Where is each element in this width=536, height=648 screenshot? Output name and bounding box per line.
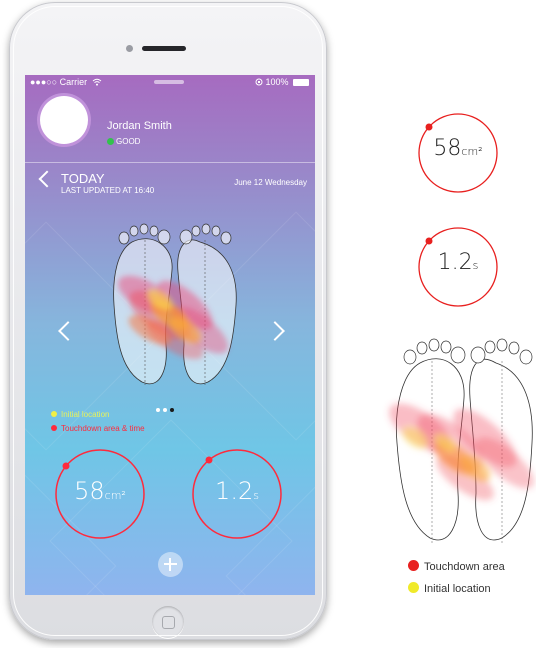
side-legend-label: Initial location: [424, 583, 491, 595]
side-legend-touchdown: Touchdown area: [408, 560, 505, 573]
wifi-icon: [92, 78, 102, 86]
battery-percent: 100%: [265, 77, 289, 87]
yellow-dot-icon: [408, 582, 419, 593]
legend-touchdown: Touchdown area & time: [51, 424, 145, 433]
page-title: TODAY: [61, 171, 105, 186]
area-metric[interactable]: 58cm²: [54, 448, 146, 540]
front-camera: [126, 45, 133, 52]
status-notch: [154, 80, 184, 84]
red-dot-icon: [51, 425, 57, 431]
home-button[interactable]: [152, 606, 184, 638]
legend-initial-location: Initial location: [51, 410, 109, 419]
side-right-toes: [470, 338, 533, 365]
legend-label: Touchdown area & time: [61, 424, 145, 433]
side-time-value: 1.2s: [437, 250, 479, 275]
yellow-dot-icon: [51, 411, 57, 417]
current-date: June 12 Wednesday: [234, 178, 307, 187]
foot-heatmap: [113, 223, 237, 385]
red-dot-icon: [408, 560, 419, 571]
side-legend-initial: Initial location: [408, 582, 491, 595]
page-indicator[interactable]: [156, 399, 177, 417]
carrier-label: ●●●○○ Carrier: [30, 77, 102, 87]
right-toes: [179, 223, 232, 245]
status-bar: ●●●○○ Carrier 100%: [25, 75, 315, 89]
time-value: 1.2s: [215, 477, 259, 505]
add-button[interactable]: [158, 552, 183, 577]
page-dot-active[interactable]: [170, 408, 174, 412]
earpiece-speaker: [142, 46, 186, 51]
side-foot-heatmap: [389, 338, 535, 543]
rotation-lock-icon: [255, 78, 263, 86]
back-chevron-icon[interactable]: [38, 170, 56, 188]
side-legend-label: Touchdown area: [424, 561, 505, 573]
last-updated: LAST UPDATED AT 16:40: [61, 186, 155, 195]
side-area-metric: 58cm²: [417, 112, 499, 194]
side-area-value: 58cm²: [433, 136, 483, 161]
time-metric[interactable]: 1.2s: [191, 448, 283, 540]
side-time-metric: 1.2s: [417, 226, 499, 308]
phone-frame: ●●●○○ Carrier 100% Jordan Smith GOOD TOD…: [9, 2, 327, 640]
user-name: Jordan Smith: [107, 120, 172, 132]
legend-label: Initial location: [61, 410, 110, 419]
user-status: GOOD: [107, 137, 140, 146]
status-dot-icon: [107, 138, 114, 145]
app-screen: ●●●○○ Carrier 100% Jordan Smith GOOD TOD…: [25, 75, 315, 595]
user-status-label: GOOD: [116, 137, 141, 146]
avatar[interactable]: [40, 96, 88, 144]
page-dot[interactable]: [163, 408, 167, 412]
battery-icon: [293, 79, 309, 86]
area-value: 58cm²: [74, 477, 126, 505]
battery-status: 100%: [255, 77, 309, 87]
page-dot[interactable]: [156, 408, 160, 412]
header-divider: [25, 162, 315, 163]
